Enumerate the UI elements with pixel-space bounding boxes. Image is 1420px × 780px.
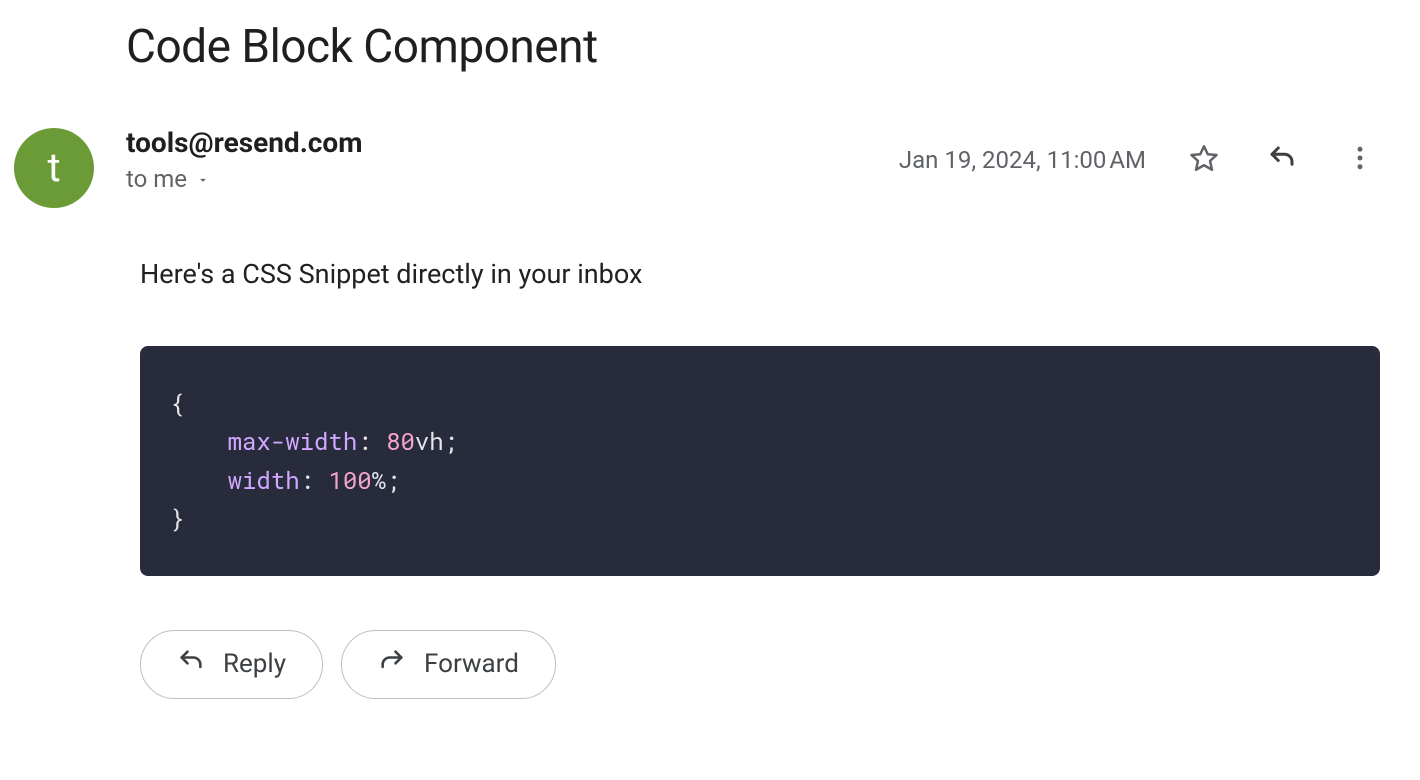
reply-button[interactable]: Reply	[140, 630, 323, 699]
kebab-menu-icon	[1345, 143, 1375, 177]
forward-arrow-icon	[378, 647, 406, 682]
code-line: }	[170, 499, 1350, 537]
email-subject: Code Block Component	[126, 20, 1380, 74]
reply-button-label: Reply	[223, 649, 286, 679]
forward-button-label: Forward	[424, 649, 519, 679]
recipient-dropdown[interactable]: to me	[126, 165, 362, 193]
email-date: Jan 19, 2024, 11:00 AM	[899, 146, 1146, 174]
reply-icon-button[interactable]	[1262, 140, 1302, 180]
email-body-text: Here's a CSS Snippet directly in your in…	[140, 258, 1380, 290]
reply-arrow-icon	[177, 647, 205, 682]
code-line: max-width: 80vh;	[170, 422, 1350, 460]
code-line: {	[170, 384, 1350, 422]
star-button[interactable]	[1184, 140, 1224, 180]
chevron-down-icon	[195, 165, 211, 193]
code-block: { max-width: 80vh; width: 100%;}	[140, 346, 1380, 576]
star-icon	[1189, 143, 1219, 177]
sender-avatar: t	[14, 128, 94, 208]
forward-button[interactable]: Forward	[341, 630, 556, 699]
reply-arrow-icon	[1267, 143, 1297, 177]
more-options-button[interactable]	[1340, 140, 1380, 180]
recipient-label: to me	[126, 165, 187, 193]
sender-address: tools@resend.com	[126, 126, 362, 159]
code-line: width: 100%;	[170, 461, 1350, 499]
